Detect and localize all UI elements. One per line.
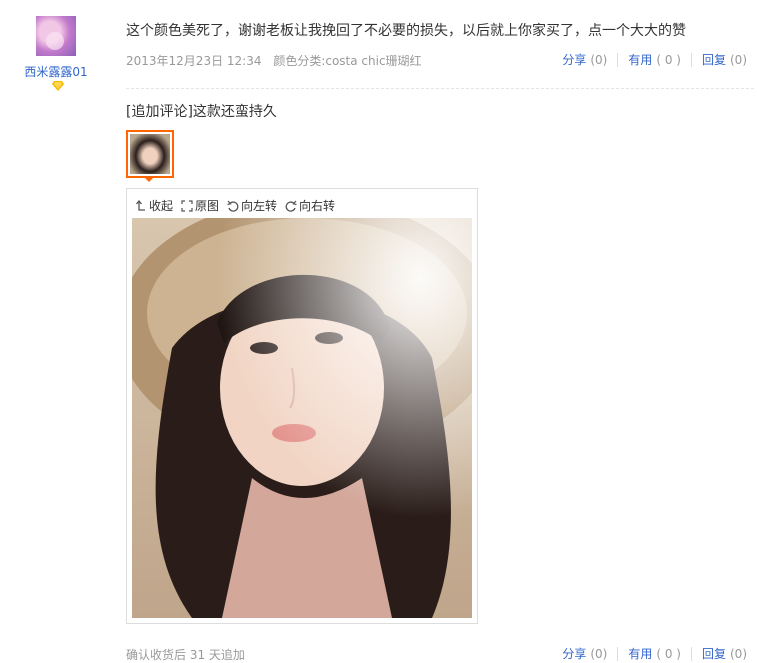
review-text: 这个颜色美死了，谢谢老板让我挽回了不必要的损失，以后就上你家买了，点一个大大的赞 xyxy=(126,23,686,39)
photo-thumbnail[interactable] xyxy=(126,130,174,178)
appended-review-text: [追加评论]这款还蛮持久 xyxy=(126,104,277,120)
share-count: (0) xyxy=(590,52,608,67)
append-actions: 分享 (0) 有用 ( 0 ) 回复 (0) xyxy=(562,645,747,662)
photo-viewer: 收起 原图 向左转 向右转 xyxy=(126,188,478,624)
rotate-right-label: 向右转 xyxy=(299,199,336,213)
useful-button[interactable]: 有用 xyxy=(628,51,652,68)
viewer-toolbar: 收起 原图 向左转 向右转 xyxy=(135,197,335,214)
reply-button[interactable]: 回复 xyxy=(702,645,726,662)
reply-button[interactable]: 回复 xyxy=(702,51,726,68)
original-size-button[interactable]: 原图 xyxy=(181,197,219,214)
divider xyxy=(617,646,619,661)
rotate-right-icon xyxy=(285,200,297,212)
rotate-left-button[interactable]: 向左转 xyxy=(227,197,277,214)
divider xyxy=(690,646,692,661)
dashed-divider xyxy=(126,88,754,89)
fullsize-icon xyxy=(181,199,193,212)
reply-count: (0) xyxy=(730,52,747,67)
username-link[interactable]: 西米露露01 xyxy=(0,63,112,80)
review-color-info: 颜色分类:costa chic珊瑚红 xyxy=(273,54,422,68)
share-button[interactable]: 分享 xyxy=(562,51,586,68)
review-date: 2013年12月23日 12:34 xyxy=(126,54,262,68)
rotate-left-icon xyxy=(227,200,239,212)
share-count: (0) xyxy=(590,646,608,661)
useful-count: ( 0 ) xyxy=(656,52,681,67)
thumbnail-image xyxy=(130,134,170,174)
rotate-right-button[interactable]: 向右转 xyxy=(285,197,335,214)
rotate-left-label: 向左转 xyxy=(241,199,278,213)
review-actions: 分享 (0) 有用 ( 0 ) 回复 (0) xyxy=(562,51,747,68)
useful-count: ( 0 ) xyxy=(656,646,681,661)
useful-button[interactable]: 有用 xyxy=(628,645,652,662)
share-button[interactable]: 分享 xyxy=(562,645,586,662)
review-meta: 2013年12月23日 12:34 颜色分类:costa chic珊瑚红 xyxy=(126,52,422,69)
append-time-note: 确认收货后 31 天追加 xyxy=(126,648,245,662)
collapse-label: 收起 xyxy=(149,199,174,213)
collapse-button[interactable]: 收起 xyxy=(135,197,173,214)
divider xyxy=(617,52,619,67)
thumbnail-pointer xyxy=(143,176,155,182)
collapse-icon xyxy=(136,199,145,211)
review-photo xyxy=(132,218,472,618)
divider xyxy=(690,52,692,67)
reply-count: (0) xyxy=(730,646,747,661)
user-avatar[interactable] xyxy=(36,16,76,56)
original-size-label: 原图 xyxy=(195,199,220,213)
